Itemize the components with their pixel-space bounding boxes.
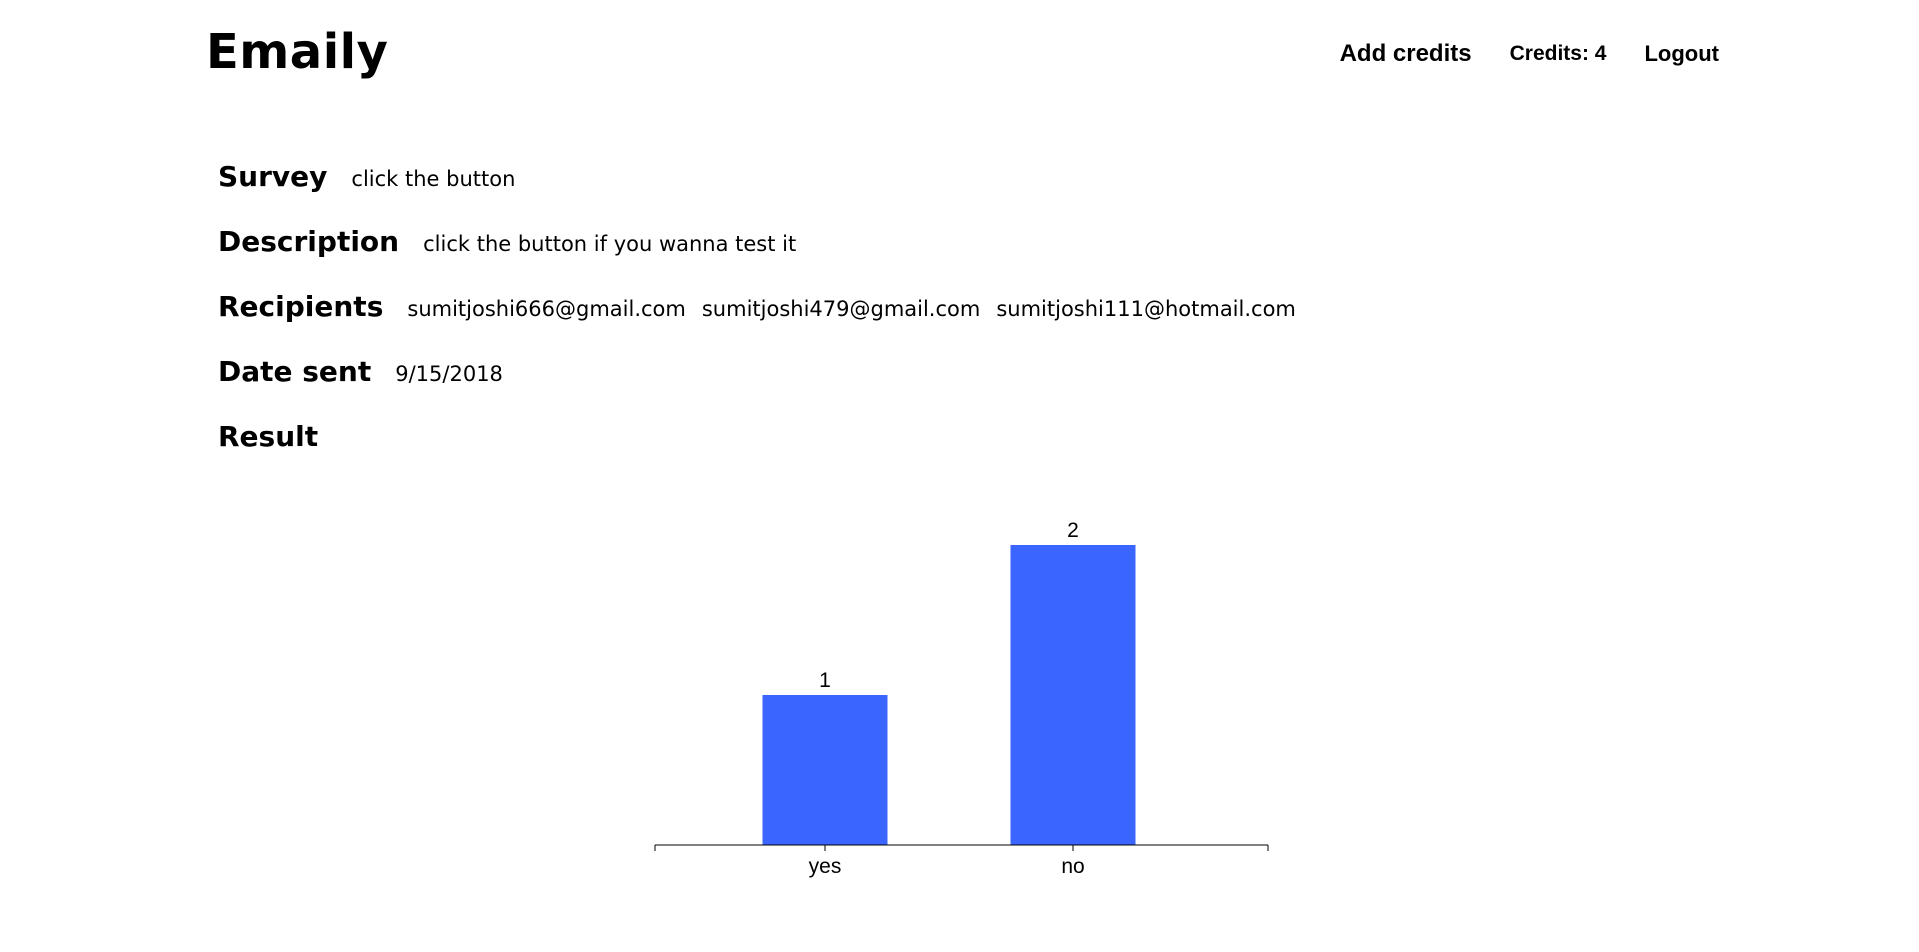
survey-details: Survey click the button Description clic… <box>218 160 1312 485</box>
result-row: Result <box>218 420 1312 485</box>
recipients-label: Recipients <box>218 290 384 323</box>
date-sent-row: Date sent 9/15/2018 <box>218 355 1312 420</box>
survey-value: click the button <box>351 167 516 191</box>
brand-logo[interactable]: Emaily <box>206 22 388 82</box>
recipient-email: sumitjoshi111@hotmail.com <box>996 297 1296 321</box>
survey-label: Survey <box>218 160 328 193</box>
result-label: Result <box>218 420 319 453</box>
recipient-email: sumitjoshi666@gmail.com <box>407 297 686 321</box>
recipient-email: sumitjoshi479@gmail.com <box>701 297 981 321</box>
description-value: click the button if you wanna test it <box>423 232 797 256</box>
bar-yes <box>762 695 888 845</box>
survey-row: Survey click the button <box>218 160 1312 225</box>
navbar: Emaily Add credits Credits: 4 Logout <box>0 0 1919 110</box>
recipients-row: Recipients sumitjoshi666@gmail.com sumit… <box>218 290 1312 355</box>
logout-link[interactable]: Logout <box>1644 41 1719 67</box>
date-sent-value: 9/15/2018 <box>395 362 503 386</box>
description-row: Description click the button if you wann… <box>218 225 1312 290</box>
x-tick-label: yes <box>809 855 842 878</box>
add-credits-link[interactable]: Add credits <box>1340 40 1472 68</box>
bar-value-label: 2 <box>1067 519 1079 542</box>
result-chart: 1 yes 2 no <box>640 500 1280 890</box>
bar-value-label: 1 <box>819 669 831 692</box>
date-sent-label: Date sent <box>218 355 372 388</box>
nav-links: Add credits Credits: 4 Logout <box>1340 40 1719 68</box>
credits-count: Credits: 4 <box>1509 42 1607 65</box>
bar-no <box>1010 545 1136 845</box>
result-bar-chart: 1 yes 2 no <box>654 519 1269 878</box>
x-tick-label: no <box>1061 855 1084 878</box>
description-label: Description <box>218 225 400 258</box>
